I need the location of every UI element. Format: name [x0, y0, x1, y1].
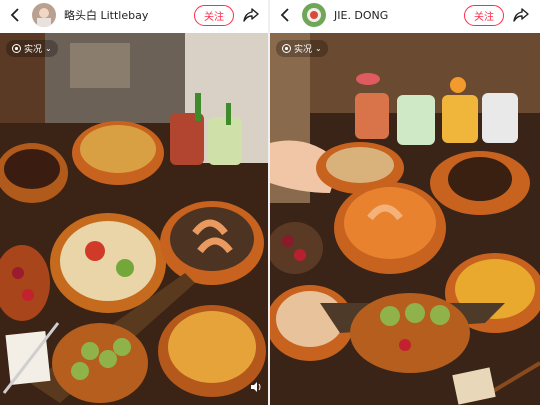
live-photo-label: 实况 [294, 45, 313, 55]
back-arrow-icon[interactable] [276, 6, 294, 24]
follow-button[interactable]: 关注 [194, 4, 234, 26]
right-post-header: JIE. DONG 关注 [270, 0, 540, 30]
left-post-header: 略头白 Littlebay 关注 [0, 0, 270, 30]
chevron-down-icon: ⌄ [45, 44, 52, 53]
live-photo-tag[interactable]: 实况 ⌄ [276, 40, 328, 57]
right-post-panel: JIE. DONG 关注 实况 ⌄ [270, 0, 540, 405]
live-photo-icon [12, 44, 21, 53]
share-icon[interactable] [512, 6, 530, 24]
chevron-down-icon: ⌄ [315, 44, 322, 53]
live-photo-icon [282, 44, 291, 53]
username[interactable]: JIE. DONG [334, 9, 464, 22]
live-photo-tag[interactable]: 实况 ⌄ [6, 40, 58, 57]
speaker-icon[interactable] [250, 381, 262, 393]
left-post-panel: 略头白 Littlebay 关注 实况 ⌄ [0, 0, 270, 405]
avatar[interactable] [32, 3, 56, 27]
avatar[interactable] [302, 3, 326, 27]
username[interactable]: 略头白 Littlebay [64, 7, 194, 23]
share-icon[interactable] [242, 6, 260, 24]
follow-button[interactable]: 关注 [464, 4, 504, 26]
food-photo[interactable]: 实况 ⌄ [0, 33, 270, 405]
back-arrow-icon[interactable] [6, 6, 24, 24]
food-photo[interactable]: 实况 ⌄ [270, 33, 540, 405]
live-photo-label: 实况 [24, 45, 43, 55]
